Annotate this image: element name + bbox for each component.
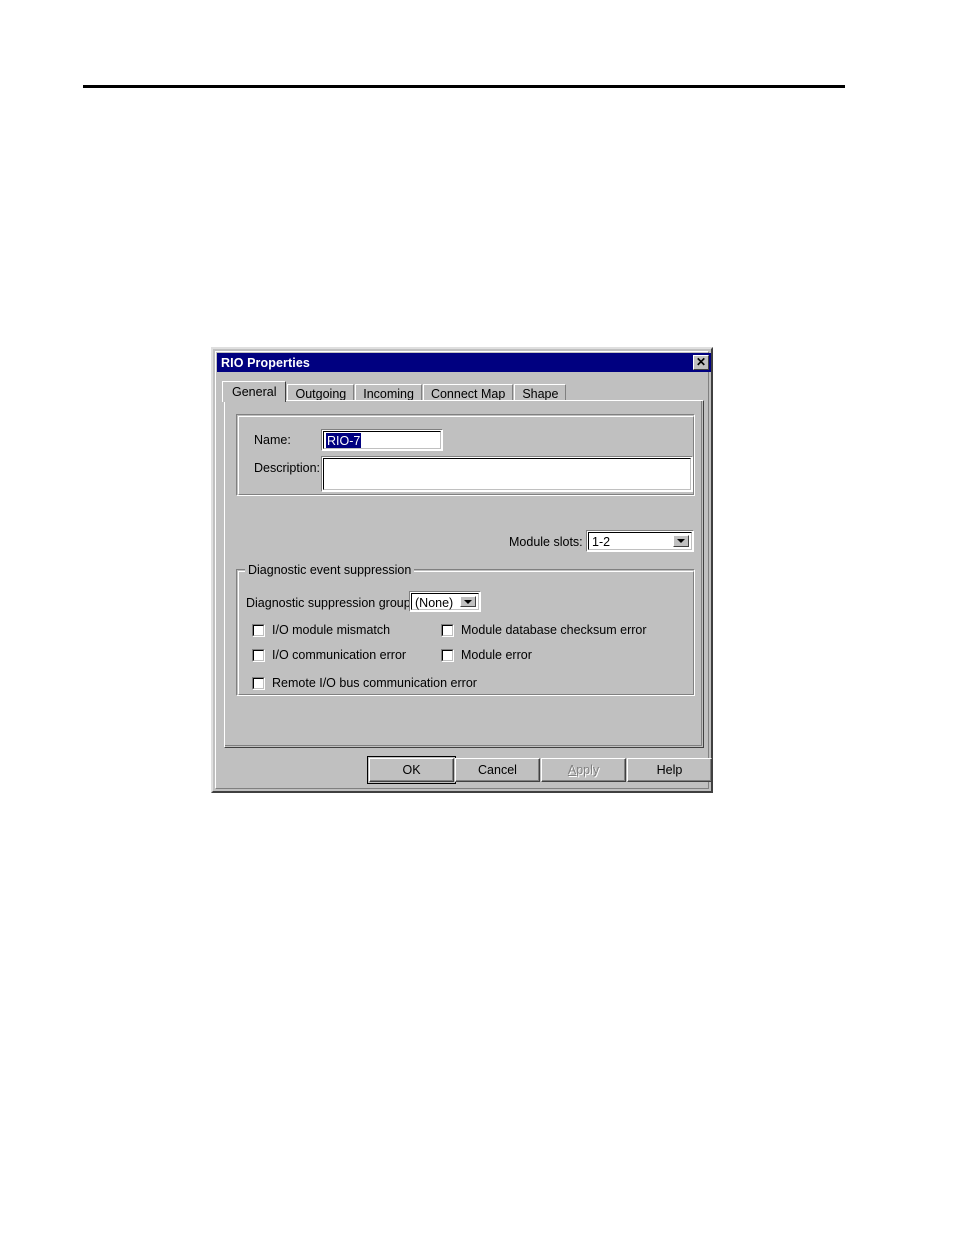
name-input[interactable]: RIO-7	[321, 429, 443, 451]
help-button[interactable]: Help	[627, 758, 712, 782]
description-input[interactable]	[321, 456, 693, 492]
dialog-title: RIO Properties	[221, 355, 310, 370]
tab-general[interactable]: General	[222, 381, 287, 402]
apply-button: Apply	[541, 758, 626, 782]
description-label: Description:	[254, 461, 320, 475]
checkbox-remote-io-bus-communication-error[interactable]	[252, 676, 265, 690]
tab-panel-general: Name: RIO-7 Description: Module slots: 1…	[224, 400, 704, 748]
dialog-title-bar[interactable]: RIO Properties ✕	[217, 353, 711, 372]
checkbox-label-remote-io-bus-communication-error: Remote I/O bus communication error	[272, 676, 477, 690]
chevron-down-icon[interactable]	[460, 596, 476, 607]
apply-button-label: Apply	[542, 763, 625, 777]
rio-properties-dialog: RIO Properties ✕ General Outgoing Incomi…	[211, 347, 713, 793]
name-input-value: RIO-7	[326, 433, 362, 448]
page-header-rule	[83, 85, 845, 88]
close-icon[interactable]: ✕	[693, 355, 709, 370]
chevron-down-icon[interactable]	[673, 535, 689, 547]
cancel-button-label: Cancel	[478, 763, 517, 777]
checkbox-row-io-communication-error[interactable]: I/O communication error	[252, 648, 406, 662]
apply-button-rest: pply	[576, 763, 600, 777]
ok-button[interactable]: OK	[367, 756, 456, 784]
checkbox-io-module-mismatch[interactable]	[252, 623, 265, 637]
module-slots-value: 1-2	[592, 535, 611, 549]
description-input-inner	[323, 458, 691, 490]
name-label: Name:	[254, 433, 291, 447]
close-glyph: ✕	[695, 355, 707, 369]
checkbox-label-io-communication-error: I/O communication error	[272, 648, 407, 662]
checkbox-row-io-module-mismatch[interactable]: I/O module mismatch	[252, 623, 390, 637]
tab-strip: General Outgoing Incoming Connect Map Sh…	[222, 381, 704, 402]
checkbox-label-module-database-checksum-error: Module database checksum error	[461, 623, 647, 637]
help-button-label: Help	[656, 763, 683, 777]
apply-accel: A	[567, 763, 577, 777]
module-slots-select-inner: 1-2	[588, 532, 692, 550]
checkbox-module-database-checksum-error[interactable]	[441, 623, 454, 637]
name-input-inner: RIO-7	[323, 431, 441, 449]
suppression-group-label: Diagnostic suppression group:	[246, 596, 415, 610]
checkbox-row-remote-io-bus-communication-error[interactable]: Remote I/O bus communication error	[252, 676, 477, 690]
suppression-group-select-inner: (None)	[411, 593, 479, 610]
checkbox-label-module-error: Module error	[461, 648, 532, 662]
cancel-button[interactable]: Cancel	[455, 758, 540, 782]
checkbox-label-io-module-mismatch: I/O module mismatch	[272, 623, 391, 637]
ok-button-label: OK	[402, 763, 421, 777]
checkbox-row-module-database-checksum-error[interactable]: Module database checksum error	[441, 623, 647, 637]
module-slots-label: Module slots:	[509, 535, 583, 549]
suppression-group-select[interactable]: (None)	[409, 591, 481, 612]
suppression-group-value: (None)	[415, 596, 454, 610]
checkbox-row-module-error[interactable]: Module error	[441, 648, 532, 662]
module-slots-select[interactable]: 1-2	[586, 530, 694, 552]
checkbox-io-communication-error[interactable]	[252, 648, 265, 662]
diagnostic-groupbox-title: Diagnostic event suppression	[245, 563, 415, 577]
checkbox-module-error[interactable]	[441, 648, 454, 662]
